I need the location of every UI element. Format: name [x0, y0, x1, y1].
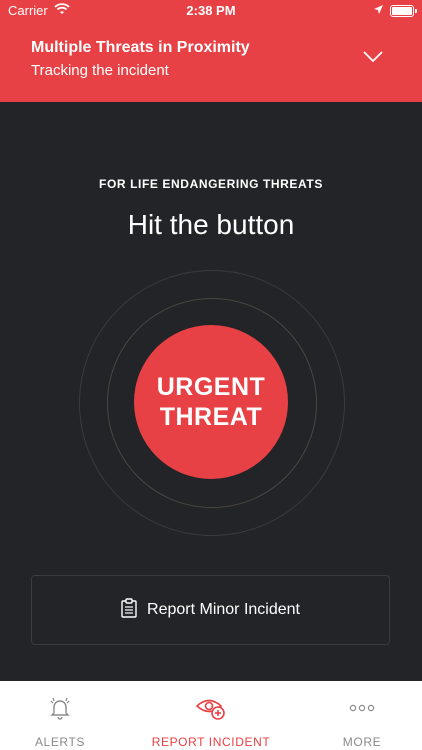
banner-subtitle: Tracking the incident — [31, 62, 169, 79]
urgent-label-line1: URGENT — [156, 373, 266, 401]
tab-bar: ALERTS REPORT INCIDENT MORE — [0, 681, 422, 750]
more-dots-icon — [349, 695, 375, 721]
clipboard-icon — [121, 597, 137, 623]
tab-alerts-label: ALERTS — [34, 735, 86, 749]
minor-incident-label: Report Minor Incident — [147, 601, 300, 618]
eye-plus-icon — [195, 695, 227, 721]
banner-title: Multiple Threats in Proximity — [31, 39, 250, 56]
tab-report-incident[interactable]: REPORT INCIDENT — [146, 681, 276, 750]
chevron-down-icon[interactable] — [362, 50, 384, 69]
report-minor-incident-button[interactable]: Report Minor Incident — [31, 575, 390, 645]
bell-icon — [47, 695, 73, 721]
threat-kicker: FOR LIFE ENDANGERING THREATS — [99, 177, 323, 191]
status-right — [373, 3, 417, 18]
location-arrow-icon — [373, 3, 384, 18]
tab-more-label: MORE — [342, 735, 382, 749]
headline: Hit the button — [127, 209, 295, 240]
tab-more[interactable]: MORE — [327, 681, 397, 750]
battery-icon — [390, 4, 417, 17]
urgent-label-line2: THREAT — [159, 403, 263, 431]
clock: 2:38 PM — [186, 3, 236, 18]
tab-alerts[interactable]: ALERTS — [25, 681, 95, 750]
header-banner[interactable]: Carrier 2:38 PM Multiple Threats in Prox… — [0, 0, 422, 102]
tab-report-incident-label: REPORT INCIDENT — [151, 735, 271, 749]
status-bar: Carrier 2:38 PM — [0, 0, 422, 22]
urgent-threat-button[interactable]: URGENT THREAT — [134, 325, 288, 479]
